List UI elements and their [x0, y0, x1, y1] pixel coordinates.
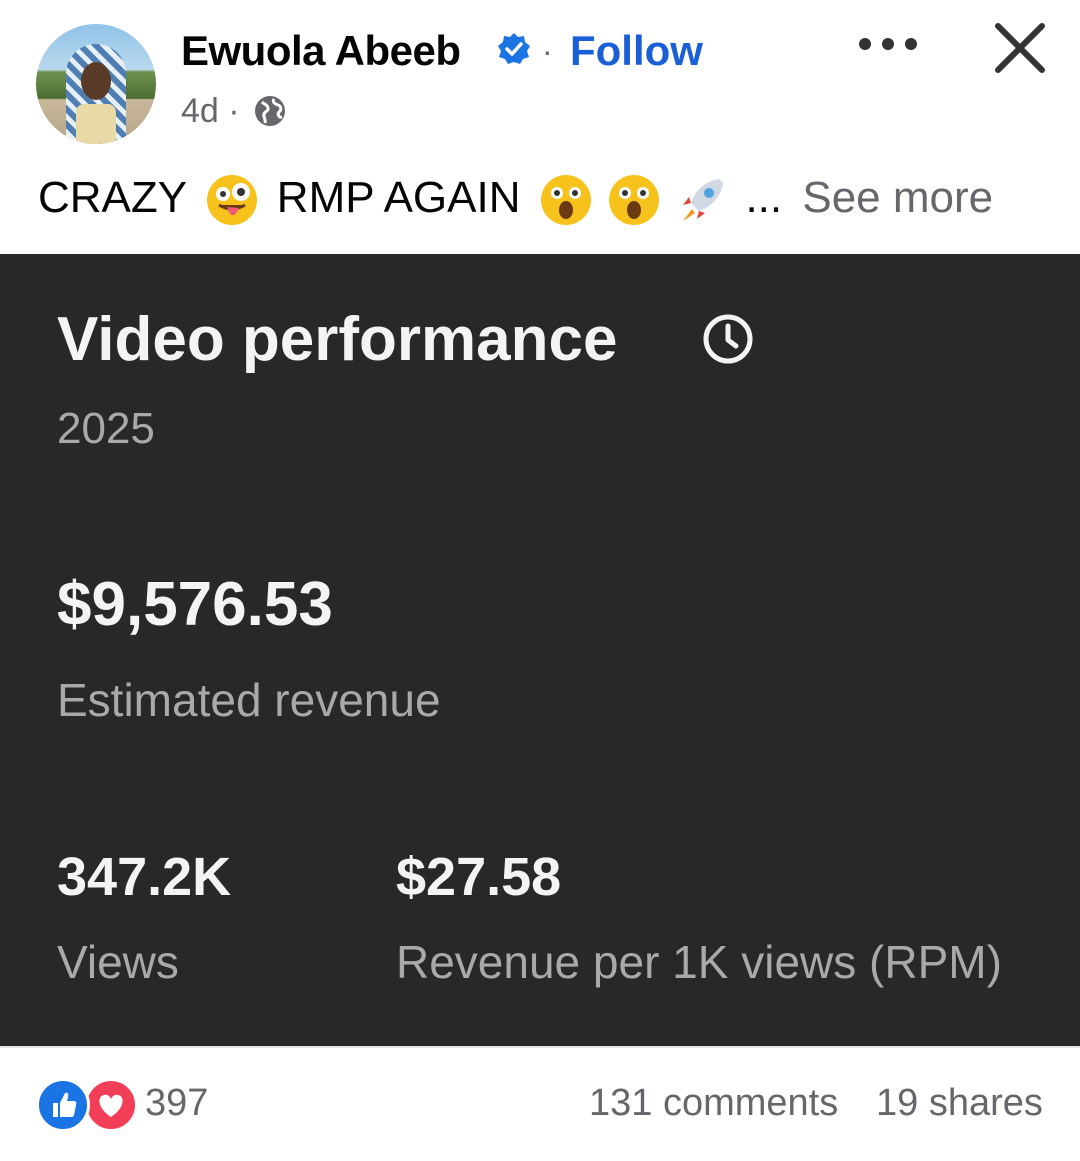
author-name[interactable]: Ewuola Abeeb: [181, 26, 461, 76]
shares-count[interactable]: 19 shares: [876, 1078, 1043, 1128]
estimated-revenue-label: Estimated revenue: [57, 674, 441, 726]
globe-icon[interactable]: [252, 93, 288, 129]
post-age[interactable]: 4d ·: [181, 90, 240, 132]
caption-ellipsis: ...: [745, 173, 783, 222]
like-reaction-icon[interactable]: [36, 1078, 90, 1132]
comments-count[interactable]: 131 comments: [589, 1078, 838, 1128]
astonished-face-icon: [540, 175, 591, 226]
estimated-revenue-value: $9,576.53: [57, 570, 333, 639]
post-caption: CRAZY RMP AGAIN ... See more: [38, 168, 993, 228]
rpm-value: $27.58: [396, 847, 562, 907]
clock-icon[interactable]: [701, 312, 755, 366]
zany-face-icon: [206, 175, 257, 226]
rpm-label: Revenue per 1K views (RPM): [396, 936, 1002, 988]
close-icon[interactable]: [990, 18, 1050, 78]
avatar[interactable]: [36, 24, 156, 144]
caption-text-1: CRAZY: [38, 173, 187, 222]
separator-dot: ·: [542, 33, 553, 69]
verified-badge-icon: [498, 33, 530, 64]
see-more-link[interactable]: See more: [802, 173, 993, 222]
more-options-icon[interactable]: [855, 30, 921, 60]
avatar-gown-shape: [76, 104, 116, 144]
video-performance-card[interactable]: Video performance 2025 $9,576.53 Estimat…: [0, 254, 1080, 1046]
reactions-count[interactable]: 397: [145, 1078, 208, 1128]
post-header: Ewuola Abeeb · Follow 4d ·: [0, 0, 1080, 160]
follow-button[interactable]: Follow: [570, 26, 703, 76]
love-reaction-icon[interactable]: [84, 1078, 138, 1132]
post-footer: 397 131 comments 19 shares: [0, 1046, 1080, 1161]
card-year: 2025: [57, 404, 155, 453]
caption-text-2: RMP AGAIN: [276, 173, 521, 222]
astonished-face-icon: [608, 175, 659, 226]
avatar-face-shape: [81, 62, 111, 100]
card-title: Video performance: [57, 305, 618, 374]
views-value: 347.2K: [57, 847, 232, 907]
views-label: Views: [57, 936, 179, 988]
rocket-icon: [683, 179, 724, 222]
